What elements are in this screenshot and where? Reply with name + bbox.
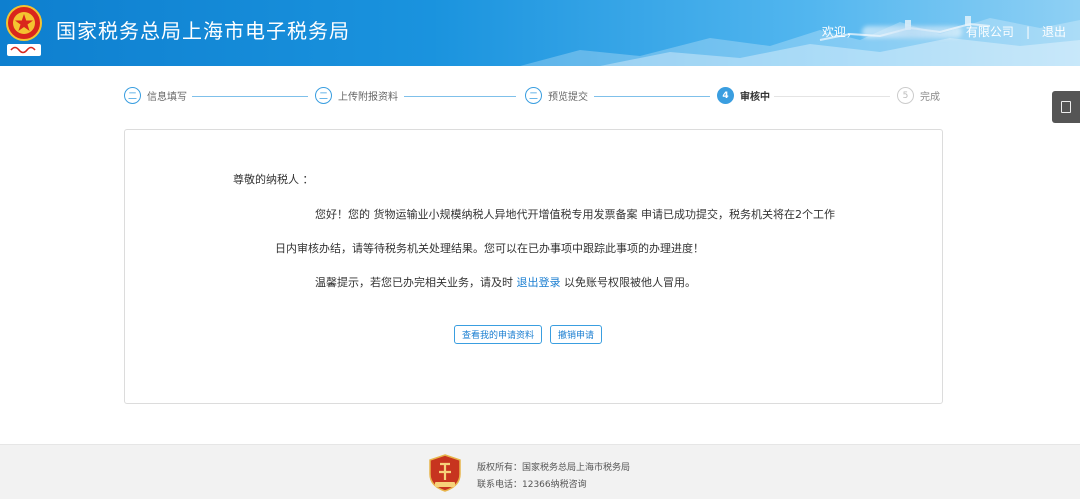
step-connector: [192, 96, 308, 97]
side-floating-button[interactable]: [1052, 91, 1080, 123]
footer: 版权所有：国家税务总局上海市税务局 联系电话：12366纳税咨询: [0, 444, 1080, 499]
greeting-text: 尊敬的纳税人 ：: [233, 173, 314, 186]
view-application-button[interactable]: 查看我的申请资料: [454, 325, 543, 344]
user-area: 欢迎， 有限公司 | 退出: [822, 23, 1066, 40]
logout-login-link[interactable]: 退出登录: [517, 276, 561, 289]
step-upload-docs: 二 上传附报资料: [315, 87, 398, 104]
message-line-1: 您好！您的 货物运输业小规模纳税人异地代开增值税专用发票备案 申请已成功提交，税…: [315, 208, 835, 221]
step-connector: [594, 96, 710, 97]
step-connector: [774, 96, 890, 97]
progress-stepper: 二 信息填写 二 上传附报资料 二 预览提交 4 审核中 5 完成: [124, 87, 944, 107]
revoke-application-button[interactable]: 撤销申请: [550, 325, 603, 344]
tax-emblem-icon: [6, 5, 42, 56]
step-info-fill: 二 信息填写: [124, 87, 187, 104]
step-label: 完成: [920, 92, 940, 103]
step-label: 信息填写: [147, 92, 187, 103]
step-connector: [404, 96, 516, 97]
step-preview-submit: 二 预览提交: [525, 87, 588, 104]
reminder-suffix: 以免账号权限被他人冒用。: [560, 276, 696, 289]
welcome-text: 欢迎，: [821, 25, 858, 39]
header-bar: 国家税务总局上海市电子税务局 欢迎， 有限公司 | 退出: [0, 0, 1080, 66]
step-number: 二: [124, 87, 141, 104]
reminder-text: 温馨提示，若您已办完相关业务，请及时 退出登录 以免账号权限被他人冒用。: [315, 274, 696, 290]
header-separator: |: [1025, 24, 1030, 39]
step-number: 二: [525, 87, 542, 104]
step-complete: 5 完成: [897, 87, 940, 104]
copyright-text: 版权所有：国家税务总局上海市税务局: [477, 463, 631, 473]
logout-link[interactable]: 退出: [1042, 23, 1066, 40]
step-label: 上传附报资料: [338, 92, 398, 103]
reminder-prefix: 温馨提示，若您已办完相关业务，请及时: [315, 276, 517, 289]
company-suffix: 有限公司: [965, 25, 1014, 39]
step-label: 预览提交: [548, 92, 588, 103]
contact-phone-text: 联系电话：12366纳税咨询: [477, 480, 587, 490]
document-icon: [1061, 101, 1071, 113]
step-number: 5: [897, 87, 914, 104]
message-line-2: 日内审核办结，请等待税务机关处理结果。您可以在已办事项中跟踪此事项的办理进度！: [275, 242, 704, 255]
tax-service-logo-icon: [429, 454, 461, 492]
step-number: 二: [315, 87, 332, 104]
user-name-redacted: [861, 25, 962, 38]
step-number: 4: [717, 87, 734, 104]
step-under-review: 4 审核中: [717, 87, 770, 104]
step-label: 审核中: [740, 92, 770, 103]
site-title: 国家税务总局上海市电子税务局: [56, 19, 350, 43]
result-card: 尊敬的纳税人 ： 您好！您的 货物运输业小规模纳税人异地代开增值税专用发票备案 …: [124, 129, 943, 404]
